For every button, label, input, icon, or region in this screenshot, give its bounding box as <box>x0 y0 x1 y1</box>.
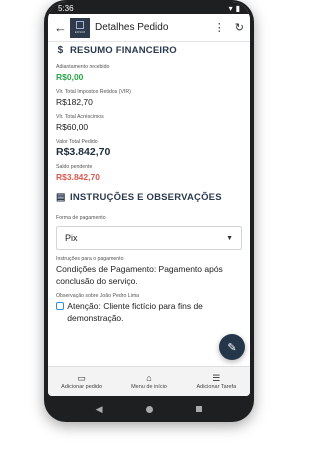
home-circle-icon[interactable] <box>145 405 153 413</box>
recents-square-icon[interactable] <box>196 406 203 412</box>
field-label: Vlr. Total Acréscimos <box>56 114 104 120</box>
home-icon: ⌂ <box>146 373 152 383</box>
order-details-content[interactable]: $ RESUMO FINANCEIRO Adiantamento recebid… <box>48 42 250 350</box>
logo-mark-icon <box>76 21 84 29</box>
retained-taxes-field: Vlr. Total Impostos Retidos (VIR) R$182,… <box>56 89 242 108</box>
dollar-icon: $ <box>57 44 64 56</box>
field-value: R$3.842,70 <box>56 172 100 182</box>
advance-received-field: Adiantamento recebido R$0,00 <box>56 64 242 83</box>
field-label: Adiantamento recebido <box>56 64 110 70</box>
nav-label: Menu de início <box>131 384 167 390</box>
back-triangle-icon[interactable]: ◀ <box>96 404 103 415</box>
refresh-icon[interactable]: ↻ <box>235 21 244 34</box>
field-label: Valor Total Pedido <box>56 139 98 145</box>
payment-method-field: Forma de pagamento Pix ▼ <box>56 215 242 250</box>
field-value: R$60,00 <box>56 122 89 132</box>
screen: 5:36 ▾ ▮ ← EDSIM Detalhes Pedido ⋮ ↻ $ R… <box>48 2 250 396</box>
logo-text: EDSIM <box>74 30 86 34</box>
observation-label: Observação sobre João Pedro Lima <box>56 293 140 299</box>
payment-instructions-value: Condições de Pagamento: Pagamento após c… <box>56 264 223 286</box>
instructions-title: INSTRUÇÕES E OBSERVAÇÕES <box>70 191 222 203</box>
edit-fab-button[interactable]: ✎ <box>219 334 245 360</box>
payment-method-label: Forma de pagamento <box>56 215 106 221</box>
chat-icon <box>56 302 65 310</box>
folder-add-icon: ▭ <box>77 373 86 383</box>
phone-frame: 5:36 ▾ ▮ ← EDSIM Detalhes Pedido ⋮ ↻ $ R… <box>44 0 254 422</box>
observation-field: Observação sobre João Pedro Lima Atenção… <box>56 293 242 324</box>
field-label: Saldo pendente <box>56 164 93 170</box>
pending-balance-field: Saldo pendente R$3.842,70 <box>56 164 242 183</box>
field-label: Vlr. Total Impostos Retidos (VIR) <box>56 89 131 95</box>
field-value: R$182,70 <box>56 97 93 107</box>
order-total-field: Valor Total Pedido R$3.842,70 <box>56 139 242 158</box>
system-nav-bar: ◀ <box>44 400 254 418</box>
page-title: Detalhes Pedido <box>95 22 169 33</box>
app-logo: EDSIM <box>70 17 90 38</box>
dropdown-arrow-icon: ▼ <box>226 234 233 242</box>
nav-add-order[interactable]: ▭ Adicionar pedido <box>48 367 115 396</box>
edit-icon: ✎ <box>227 341 237 354</box>
nav-home-menu[interactable]: ⌂ Menu de início <box>115 367 182 396</box>
nav-add-task[interactable]: ☰ Adicionar Tarefa <box>183 367 250 396</box>
more-vert-icon[interactable]: ⋮ <box>214 21 225 34</box>
checklist-icon: ☰ <box>212 373 221 383</box>
payment-instructions-field: Instruções para o pagamento Condições de… <box>56 256 242 287</box>
bottom-nav: ▭ Adicionar pedido ⌂ Menu de início ☰ Ad… <box>48 366 250 396</box>
back-arrow-icon[interactable]: ← <box>54 20 68 35</box>
financial-summary-title: RESUMO FINANCEIRO <box>70 44 177 56</box>
wifi-icon: ▾ <box>228 3 233 13</box>
list-icon: ▤ <box>56 191 66 203</box>
field-value: R$3.842,70 <box>56 146 111 158</box>
financial-summary-header: $ RESUMO FINANCEIRO <box>56 42 242 58</box>
nav-label: Adicionar Tarefa <box>196 384 237 390</box>
payment-method-value: Pix <box>65 233 78 243</box>
nav-label: Adicionar pedido <box>61 384 103 390</box>
status-time: 5:36 <box>58 3 74 13</box>
additions-field: Vlr. Total Acréscimos R$60,00 <box>56 114 242 133</box>
field-value: R$0,00 <box>56 72 84 82</box>
payment-instructions-label: Instruções para o pagamento <box>56 256 124 262</box>
observation-value: Atenção: Cliente fictício para fins de d… <box>67 301 203 323</box>
status-bar: 5:36 ▾ ▮ <box>48 2 250 14</box>
app-bar: ← EDSIM Detalhes Pedido ⋮ ↻ <box>48 14 250 42</box>
instructions-header: ▤ INSTRUÇÕES E OBSERVAÇÕES <box>56 189 242 205</box>
payment-method-select[interactable]: Pix ▼ <box>56 226 242 250</box>
battery-icon: ▮ <box>235 3 240 13</box>
